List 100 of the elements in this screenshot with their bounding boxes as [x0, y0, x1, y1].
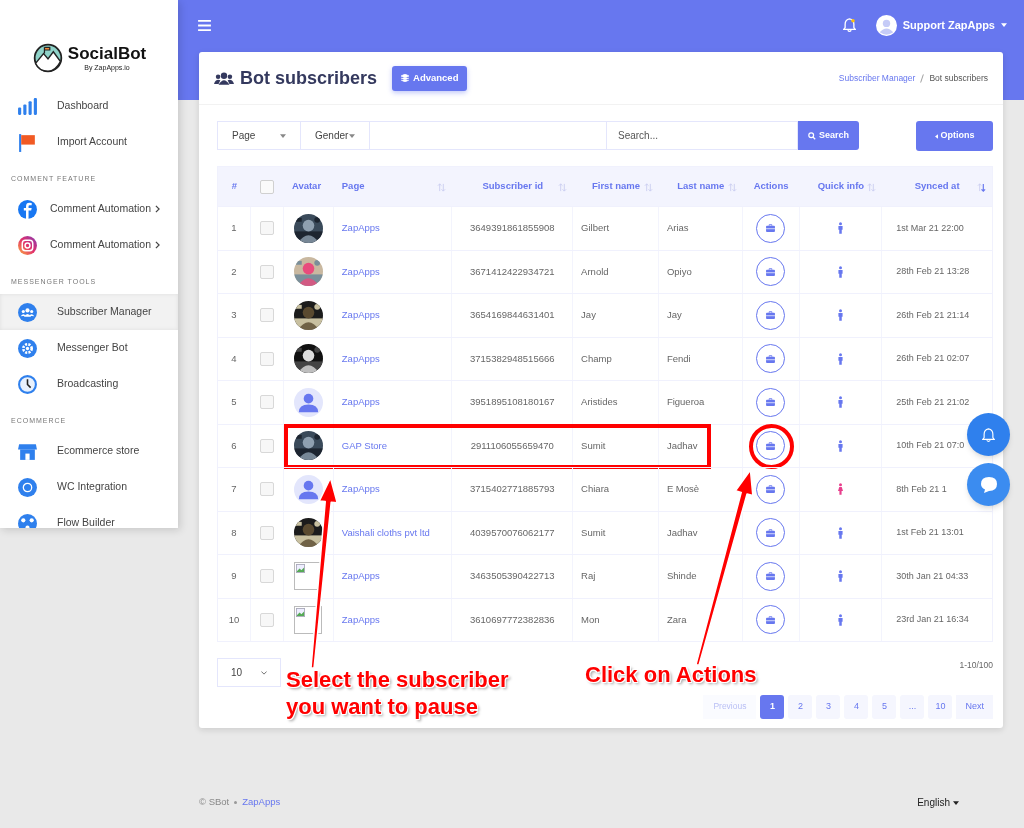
column-header[interactable]: First name — [591, 179, 640, 194]
bell-icon[interactable] — [842, 18, 856, 32]
instagram-icon — [17, 234, 38, 256]
options-button[interactable]: Options — [916, 121, 993, 151]
sidebar-item[interactable]: WC Integration — [0, 469, 178, 505]
table-cell: 30th Jan 21 04:33 — [896, 569, 969, 583]
menu-icon[interactable] — [198, 19, 211, 31]
sort-icon[interactable] — [976, 183, 986, 192]
page-link[interactable]: 4 — [844, 694, 869, 719]
sidebar-item[interactable]: Import Account — [0, 124, 178, 160]
advanced-button[interactable]: Advanced — [392, 65, 468, 91]
table-cell: Figueroa — [666, 395, 705, 410]
column-header[interactable]: Page — [341, 179, 365, 194]
language-dropdown[interactable]: English — [917, 795, 959, 810]
column-header[interactable]: Actions — [753, 179, 789, 194]
checkbox[interactable] — [259, 569, 274, 584]
page-link[interactable]: 2 — [788, 694, 813, 719]
column-header[interactable]: Synced at — [914, 179, 960, 194]
sort-icon[interactable] — [558, 183, 568, 192]
page-length-select[interactable]: 10 — [217, 658, 281, 687]
checkbox[interactable] — [260, 179, 275, 194]
page-link[interactable]: ZapApps — [341, 482, 380, 497]
checkbox[interactable] — [259, 308, 274, 323]
table-cell: Arnold — [581, 264, 609, 279]
sort-icon[interactable] — [867, 183, 877, 192]
page-link[interactable]: Vaishali cloths pvt ltd — [341, 525, 430, 540]
clock-icon — [17, 373, 38, 395]
column-header[interactable]: Avatar — [291, 179, 322, 194]
sidebar-item[interactable]: Messenger Bot — [0, 330, 178, 366]
page-link[interactable]: 1 — [760, 694, 785, 719]
column-header[interactable]: Last name — [677, 179, 725, 194]
row-number: 6 — [231, 438, 237, 453]
briefcase-icon — [766, 224, 776, 233]
checkbox[interactable] — [259, 264, 274, 279]
column-header[interactable]: Quick info — [817, 179, 865, 194]
dropdown[interactable]: Page — [217, 121, 301, 150]
checkbox[interactable] — [259, 525, 274, 540]
dropdown[interactable]: Gender — [301, 121, 370, 150]
page-link[interactable]: 10 — [928, 694, 953, 719]
row-number: 2 — [231, 264, 237, 279]
user-menu[interactable]: Support ZapApps — [875, 14, 1007, 36]
column-header[interactable]: # — [231, 179, 238, 194]
row-number: 8 — [231, 525, 237, 540]
logo-icon — [31, 41, 64, 74]
next-link[interactable]: Next — [956, 694, 993, 719]
checkbox[interactable] — [259, 351, 274, 366]
page-link[interactable]: ZapApps — [341, 308, 380, 323]
table-cell-text: 26th Feb 21 02:07 — [896, 352, 970, 365]
sidebar-item[interactable]: Ecommerce store — [0, 433, 178, 469]
chevron-icon — [261, 670, 267, 675]
caret-icon — [280, 133, 286, 138]
avatar-icon — [293, 474, 323, 504]
checkbox[interactable] — [259, 438, 274, 453]
row-number: 7 — [231, 482, 237, 497]
sort-icon[interactable] — [643, 183, 653, 192]
page-link[interactable]: 5 — [872, 694, 897, 719]
page-link[interactable]: ZapApps — [341, 351, 380, 366]
facebook-icon — [17, 198, 38, 220]
sidebar-item[interactable]: Dashboard — [0, 88, 178, 124]
table-cell-text: 28th Feb 21 13:28 — [896, 265, 970, 278]
page-link[interactable]: ZapApps — [341, 221, 380, 236]
checkbox[interactable] — [259, 221, 274, 236]
search-button[interactable]: Search — [798, 121, 859, 150]
sidebar-item[interactable]: Comment Automation — [0, 227, 178, 263]
column-header[interactable]: Subscriber id — [482, 179, 544, 194]
sidebar-item[interactable]: Comment Automation — [0, 191, 178, 227]
row-number: 5 — [231, 395, 237, 410]
page-link[interactable]: ZapApps — [341, 569, 380, 584]
footer-link[interactable]: ZapApps — [242, 795, 281, 810]
table-cell: 3951895108180167 — [470, 395, 555, 410]
checkbox[interactable] — [259, 612, 274, 627]
table-cell: 25th Feb 21 21:02 — [896, 395, 970, 409]
range-text: 1-10/100 — [959, 659, 993, 672]
broken-image-icon — [296, 607, 306, 617]
sidebar-item[interactable]: Broadcasting — [0, 366, 178, 402]
people-icon — [17, 301, 38, 323]
sidebar-item[interactable]: Subscriber Manager — [0, 294, 178, 330]
table-cell: 26th Feb 21 21:14 — [896, 308, 970, 322]
page-link[interactable]: ZapApps — [341, 264, 380, 279]
page-link[interactable]: ... — [900, 694, 925, 719]
table-cell-text: 23rd Jan 21 16:34 — [896, 613, 969, 626]
sort-icon[interactable] — [437, 183, 447, 192]
page-link[interactable]: 3 — [816, 694, 841, 719]
page-link[interactable]: ZapApps — [341, 612, 380, 627]
caret-icon — [934, 133, 938, 139]
table-cell: 2911106055659470 — [470, 438, 554, 453]
layers-icon — [401, 74, 410, 82]
briefcase-icon — [766, 615, 776, 624]
checkbox[interactable] — [259, 395, 274, 410]
search-field[interactable]: Search... — [607, 121, 798, 150]
page-link[interactable]: ZapApps — [341, 395, 380, 410]
input-field[interactable] — [370, 121, 607, 150]
table-cell: Jadhav — [666, 525, 698, 540]
sidebar-item[interactable]: Flow Builder — [0, 505, 178, 528]
page-link[interactable]: GAP Store — [341, 438, 388, 453]
breadcrumb-link[interactable]: Subscriber Manager — [838, 71, 916, 85]
checkbox[interactable] — [259, 482, 274, 497]
sort-icon[interactable] — [727, 183, 737, 192]
briefcase-icon — [766, 441, 776, 450]
broken-image-icon — [296, 564, 306, 574]
